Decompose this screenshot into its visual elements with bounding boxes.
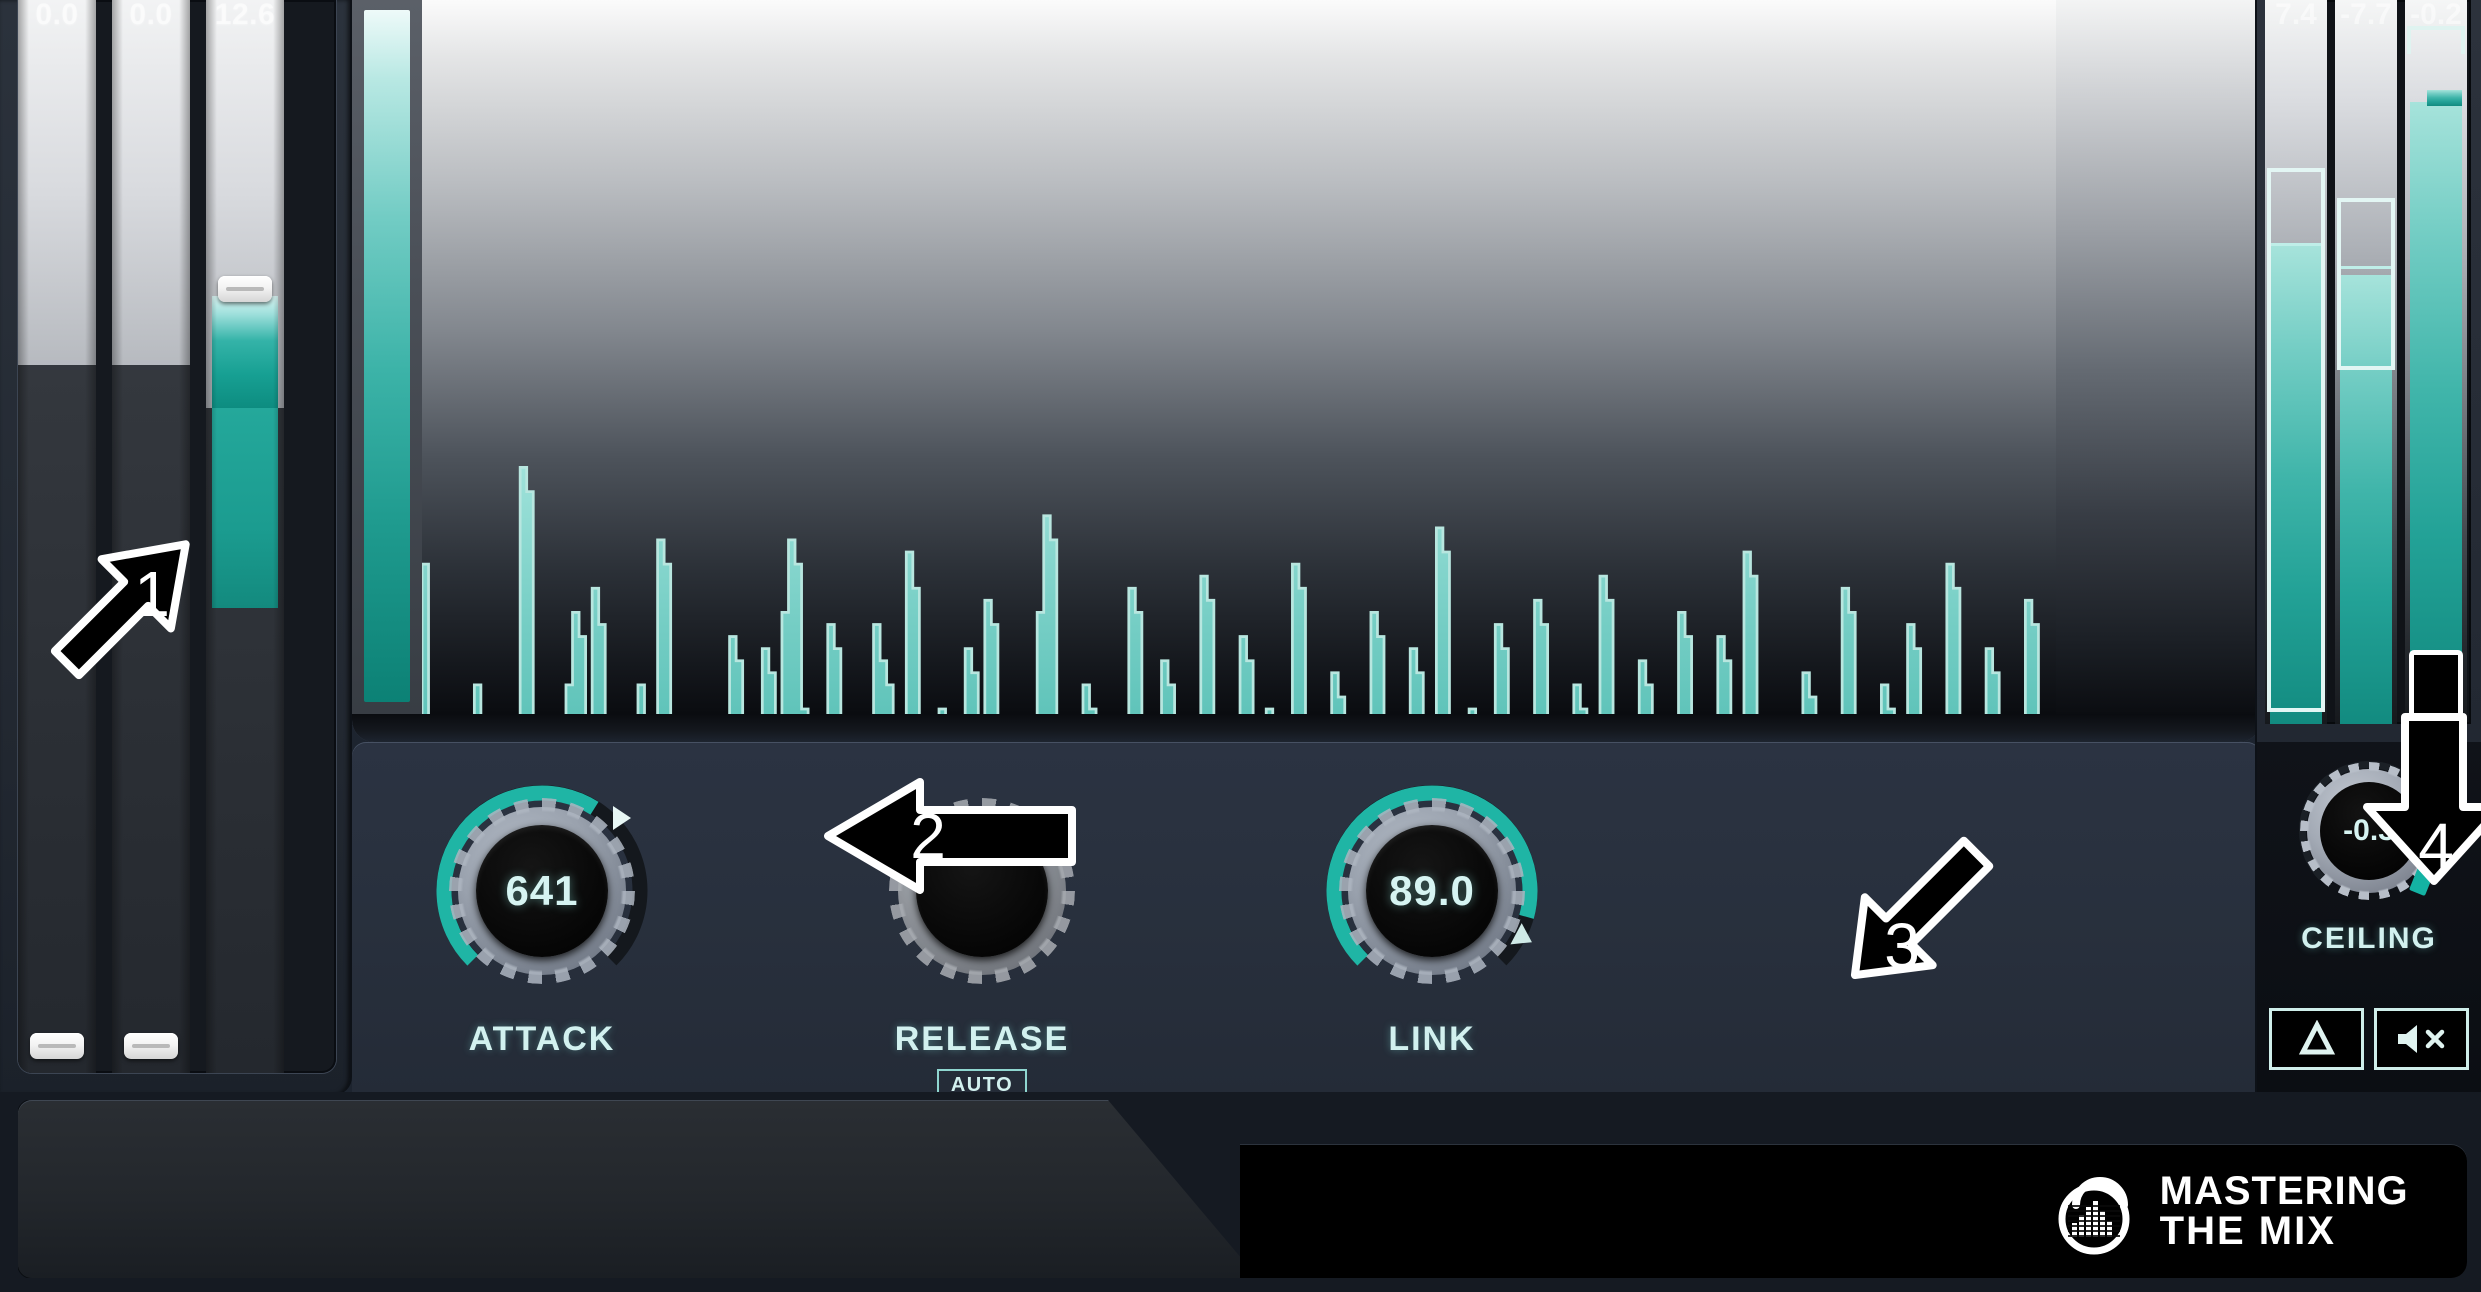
output-meter-inner: [2265, 0, 2471, 724]
attack-knob-body[interactable]: 641: [458, 807, 626, 975]
input-readout-3: 12.6: [214, 0, 276, 31]
link-knob-face: 89.0: [1366, 825, 1498, 957]
output-meter-fill-2: [2340, 275, 2392, 724]
waveform-graph: [422, 466, 2256, 714]
mute-button[interactable]: [2374, 1008, 2469, 1070]
brand-logo: MASTERING ® THE MIX: [2052, 1165, 2421, 1257]
true-peak-meter[interactable]: [2405, 0, 2467, 724]
ceiling-label: CEILING: [2301, 922, 2437, 955]
waveform-canvas-area: [352, 0, 2261, 714]
waveform-gutter: [352, 0, 422, 714]
delta-icon: [2298, 1020, 2335, 1055]
input-fader-handle-1[interactable]: [30, 1033, 84, 1059]
input-fader-handle-2[interactable]: [124, 1033, 178, 1059]
output-readout-2: -7.7: [2340, 0, 2392, 31]
output-meter-panel: 7.4 -7.7 -0.2: [2255, 0, 2481, 742]
output-meter-fill-1: [2270, 246, 2322, 724]
ceiling-knob[interactable]: -0.3: [2284, 746, 2454, 916]
true-peak-fill-top: [2427, 90, 2462, 106]
ceiling-button-row: [2269, 1008, 2469, 1070]
release-control: RELEASE AUTO: [822, 766, 1142, 1102]
release-label: RELEASE: [894, 1020, 1070, 1058]
waveform-base-lip: [352, 714, 2261, 742]
input-fader-handle-3[interactable]: [218, 276, 272, 302]
link-value: 89.0: [1389, 867, 1475, 914]
current-level-bar: [364, 10, 410, 702]
footer-bar: MASTERING ® THE MIX: [0, 1092, 2481, 1292]
output-meter-channel-2[interactable]: [2335, 0, 2397, 724]
input-meter-panel: 0.0 0.0 12.6: [0, 0, 352, 1095]
output-peak-line-1: [2270, 243, 2322, 247]
release-knob-face: [916, 825, 1048, 957]
footer-left-plate: [18, 1100, 1258, 1278]
input-readout-1: 0.0: [35, 0, 79, 31]
gain-reduction-box: [2409, 650, 2463, 722]
true-peak-fill: [2410, 102, 2462, 703]
input-meter-channel-1[interactable]: [18, 0, 96, 1073]
input-meter-inner: [18, 0, 336, 1073]
input-meter-channel-2[interactable]: [112, 0, 190, 1073]
brand-wordmark: MASTERING ® THE MIX: [2159, 1169, 2421, 1253]
waveform-empty-region: [2056, 0, 2261, 714]
waveform-frame: [352, 0, 2261, 742]
ceiling-value: -0.3: [2343, 814, 2395, 847]
release-knob[interactable]: [857, 766, 1107, 1016]
link-label: LINK: [1388, 1020, 1476, 1058]
loudness-history-display[interactable]: [352, 0, 2261, 742]
release-knob-body[interactable]: [898, 807, 1066, 975]
footer-brand-plate: MASTERING ® THE MIX: [1240, 1144, 2467, 1278]
brand-registered-mark: ®: [2410, 1184, 2421, 1201]
delta-button[interactable]: [2269, 1008, 2364, 1070]
attack-knob-pointer: [613, 806, 631, 830]
link-knob-body[interactable]: 89.0: [1348, 807, 1516, 975]
output-meter-channel-1[interactable]: [2265, 0, 2327, 724]
input-meter-fill-peak: [212, 296, 278, 408]
speaker-mute-icon: [2397, 1025, 2444, 1053]
plugin-window: 0.0 0.0 12.6 7.4 -7.7 -0.2 641 ATTACK RE…: [0, 0, 2481, 1292]
ceiling-knob-face: -0.3: [2320, 782, 2418, 880]
headphone-eq-logo-icon: [2052, 1165, 2144, 1257]
ceiling-control-panel: -0.3 CEILING: [2255, 742, 2481, 1094]
link-knob[interactable]: 89.0: [1307, 766, 1557, 1016]
attack-value: 641: [505, 867, 579, 914]
output-readout-1: 7.4: [2275, 0, 2317, 31]
input-meter-fill-rms: [212, 408, 278, 608]
brand-line-2: THE MIX: [2159, 1209, 2336, 1253]
input-gain-fader[interactable]: [206, 0, 284, 1073]
output-readout-3: -0.2: [2410, 0, 2462, 31]
brand-line-1: MASTERING: [2159, 1169, 2409, 1213]
attack-label: ATTACK: [468, 1020, 616, 1058]
control-knob-panel: 641 ATTACK RELEASE AUTO 89.0 LINK: [352, 742, 2261, 1102]
ceiling-knob-body[interactable]: -0.3: [2307, 769, 2431, 893]
input-readout-2: 0.0: [129, 0, 173, 31]
attack-knob-face: 641: [476, 825, 608, 957]
output-peak-line-2: [2340, 266, 2392, 270]
attack-knob[interactable]: 641: [417, 766, 667, 1016]
link-control: 89.0 LINK: [1272, 766, 1592, 1059]
attack-control: 641 ATTACK: [382, 766, 702, 1059]
